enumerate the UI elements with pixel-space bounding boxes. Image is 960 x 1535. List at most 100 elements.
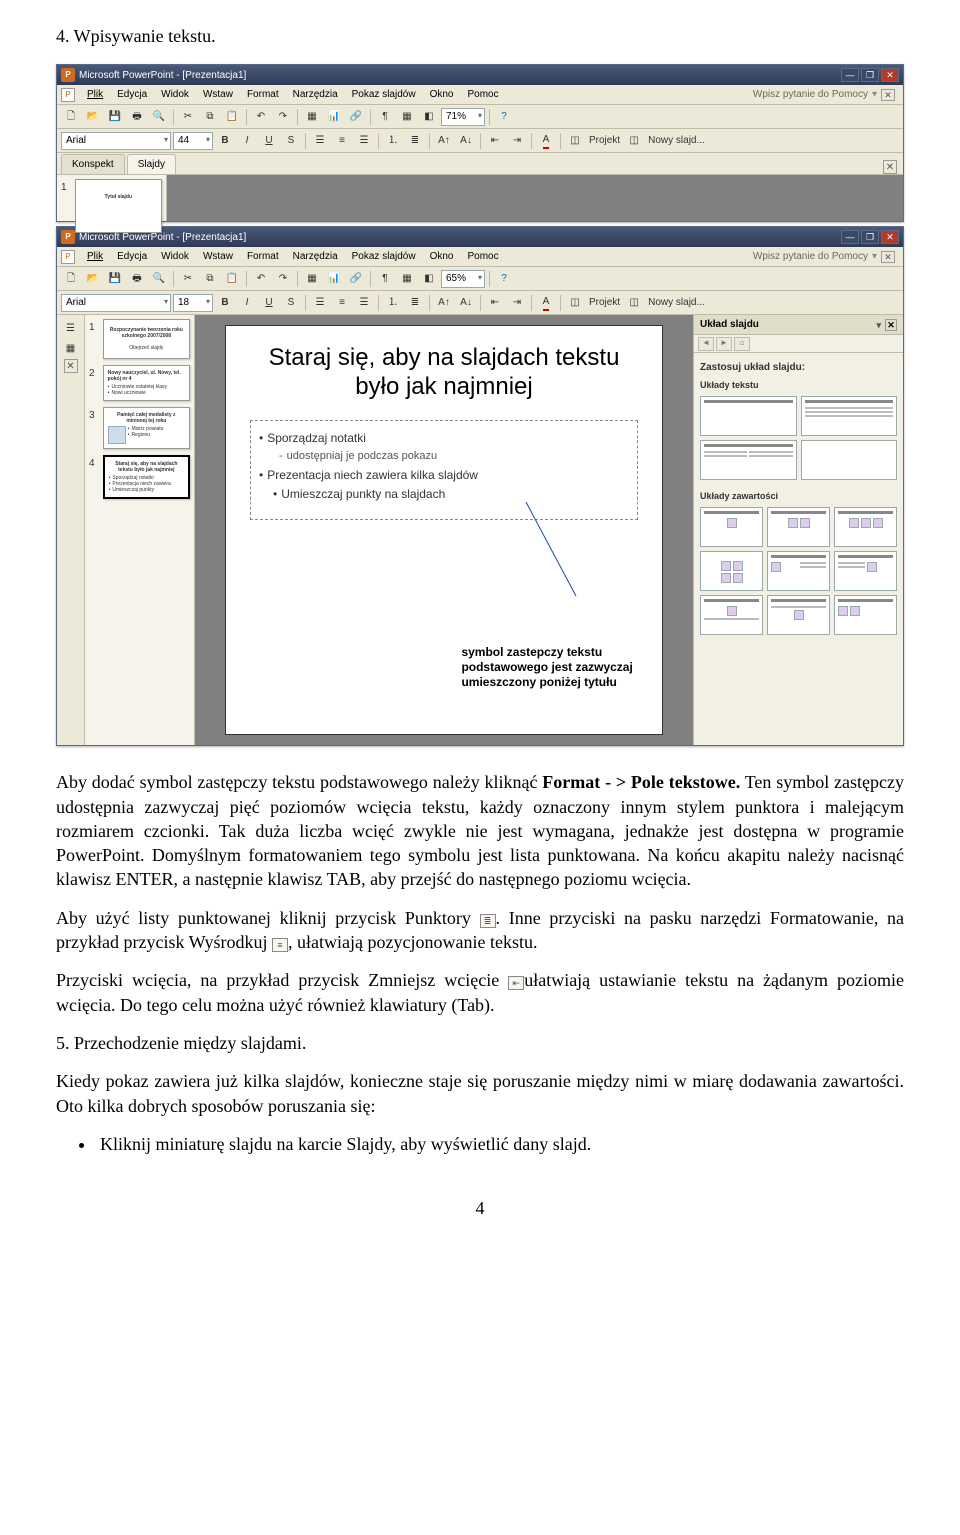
grid-icon[interactable]: ▦ xyxy=(397,270,417,288)
view-normal-icon[interactable]: ☰ xyxy=(61,319,81,337)
zoom-combo[interactable]: 71% xyxy=(441,108,485,126)
help-icon[interactable]: ? xyxy=(494,108,514,126)
preview-icon[interactable]: 🔍 xyxy=(149,108,169,126)
task-pane-close-button[interactable]: ✕ xyxy=(885,319,897,331)
task-forward-button[interactable]: ► xyxy=(716,337,732,351)
font-name-combo[interactable]: Arial xyxy=(61,132,171,150)
zoom-combo[interactable]: 65% xyxy=(441,270,485,288)
font-size-combo[interactable]: 18 xyxy=(173,294,213,312)
bold-icon[interactable]: B xyxy=(215,294,235,312)
paste-icon[interactable]: 📋 xyxy=(222,108,242,126)
align-center-icon[interactable]: ≡ xyxy=(332,132,352,150)
mdi-close-button[interactable]: ✕ xyxy=(881,89,895,101)
layout-option[interactable] xyxy=(834,507,897,547)
layout-title-only[interactable] xyxy=(700,396,797,436)
minimize-button[interactable]: ― xyxy=(841,68,859,82)
font-name-combo[interactable]: Arial xyxy=(61,294,171,312)
bold-icon[interactable]: B xyxy=(215,132,235,150)
font-size-combo[interactable]: 44 xyxy=(173,132,213,150)
preview-icon[interactable]: 🔍 xyxy=(149,270,169,288)
tab-outline[interactable]: Konspekt xyxy=(61,154,125,175)
menu-slideshow[interactable]: Pokaz slajdów xyxy=(346,248,422,266)
new-icon[interactable]: 🗋 xyxy=(61,108,81,126)
increase-font-icon[interactable]: A↑ xyxy=(434,294,454,312)
increase-font-icon[interactable]: A↑ xyxy=(434,132,454,150)
menu-edit[interactable]: Edycja xyxy=(111,86,153,104)
restore-button[interactable]: ❐ xyxy=(861,68,879,82)
increase-indent-icon[interactable]: ⇥ xyxy=(507,294,527,312)
save-icon[interactable]: 💾 xyxy=(105,108,125,126)
menu-insert[interactable]: Wstaw xyxy=(197,86,239,104)
body-text-placeholder[interactable]: Sporządzaj notatki udostępniaj je podcza… xyxy=(250,420,638,520)
undo-icon[interactable]: ↶ xyxy=(251,270,271,288)
slide-thumbnail-2[interactable]: Nowy nauczyciel, ul. Nowy, tel. pokój nr… xyxy=(103,365,190,401)
help-search[interactable]: Wpisz pytanie do Pomocy▾ ✕ xyxy=(753,88,899,102)
open-icon[interactable]: 📂 xyxy=(83,270,103,288)
new-slide-icon[interactable]: ◫ xyxy=(624,294,644,312)
shadow-icon[interactable]: S xyxy=(281,294,301,312)
cut-icon[interactable]: ✂ xyxy=(178,108,198,126)
view-sorter-icon[interactable]: ▦ xyxy=(61,339,81,357)
menu-view[interactable]: Widok xyxy=(155,86,195,104)
slide-editor[interactable]: Staraj się, aby na slajdach tekstu było … xyxy=(195,315,693,745)
menu-window[interactable]: Okno xyxy=(424,86,460,104)
hyperlink-icon[interactable]: 🔗 xyxy=(346,108,366,126)
chart-icon[interactable]: 📊 xyxy=(324,270,344,288)
align-left-icon[interactable]: ☰ xyxy=(310,132,330,150)
table-icon[interactable]: ▦ xyxy=(302,108,322,126)
tabs-close-button[interactable]: ✕ xyxy=(883,160,897,174)
layout-blank[interactable] xyxy=(801,440,898,480)
redo-icon[interactable]: ↷ xyxy=(273,108,293,126)
design-label[interactable]: Projekt xyxy=(587,134,622,148)
layout-option[interactable] xyxy=(767,507,830,547)
menu-tools[interactable]: Narzędzia xyxy=(287,248,344,266)
decrease-font-icon[interactable]: A↓ xyxy=(456,294,476,312)
new-slide-icon[interactable]: ◫ xyxy=(624,132,644,150)
print-icon[interactable]: 🖶 xyxy=(127,108,147,126)
print-icon[interactable]: 🖶 xyxy=(127,270,147,288)
shadow-icon[interactable]: S xyxy=(281,132,301,150)
show-hide-icon[interactable]: ¶ xyxy=(375,270,395,288)
restore-button[interactable]: ❐ xyxy=(861,230,879,244)
layout-option[interactable] xyxy=(767,551,830,591)
menu-format[interactable]: Format xyxy=(241,248,285,266)
show-hide-icon[interactable]: ¶ xyxy=(375,108,395,126)
open-icon[interactable]: 📂 xyxy=(83,108,103,126)
paste-icon[interactable]: 📋 xyxy=(222,270,242,288)
new-slide-label[interactable]: Nowy slajd... xyxy=(646,134,707,148)
bullets-icon[interactable]: ≣ xyxy=(405,132,425,150)
layout-title-content[interactable] xyxy=(801,396,898,436)
close-button[interactable]: ✕ xyxy=(881,230,899,244)
underline-icon[interactable]: U xyxy=(259,132,279,150)
layout-option[interactable] xyxy=(700,595,763,635)
layout-option[interactable] xyxy=(834,595,897,635)
align-center-icon[interactable]: ≡ xyxy=(332,294,352,312)
menu-window[interactable]: Okno xyxy=(424,248,460,266)
menu-help[interactable]: Pomoc xyxy=(461,248,504,266)
cut-icon[interactable]: ✂ xyxy=(178,270,198,288)
slide-thumbnail[interactable]: Tytuł slajdu xyxy=(75,179,162,233)
task-back-button[interactable]: ◄ xyxy=(698,337,714,351)
redo-icon[interactable]: ↷ xyxy=(273,270,293,288)
tab-slides[interactable]: Slajdy xyxy=(127,154,176,175)
menu-file[interactable]: Plik xyxy=(81,248,109,266)
layout-option[interactable] xyxy=(834,551,897,591)
decrease-indent-icon[interactable]: ⇤ xyxy=(485,294,505,312)
new-slide-label[interactable]: Nowy slajd... xyxy=(646,296,707,310)
align-left-icon[interactable]: ☰ xyxy=(310,294,330,312)
font-color-icon[interactable]: A xyxy=(536,294,556,312)
menu-edit[interactable]: Edycja xyxy=(111,248,153,266)
copy-icon[interactable]: ⧉ xyxy=(200,108,220,126)
pane-close-button[interactable]: ✕ xyxy=(64,359,78,373)
color-icon[interactable]: ◧ xyxy=(419,108,439,126)
table-icon[interactable]: ▦ xyxy=(302,270,322,288)
italic-icon[interactable]: I xyxy=(237,294,257,312)
layout-option[interactable] xyxy=(700,507,763,547)
font-color-icon[interactable]: A xyxy=(536,132,556,150)
layout-option[interactable] xyxy=(767,595,830,635)
slide-thumbnail-4[interactable]: Staraj się, aby na slajdach tekstu było … xyxy=(103,455,190,499)
decrease-font-icon[interactable]: A↓ xyxy=(456,132,476,150)
help-icon[interactable]: ? xyxy=(494,270,514,288)
slide-thumbnail-1[interactable]: Rozpoczynanie tworzenia roku szkolnego 2… xyxy=(103,319,190,359)
increase-indent-icon[interactable]: ⇥ xyxy=(507,132,527,150)
